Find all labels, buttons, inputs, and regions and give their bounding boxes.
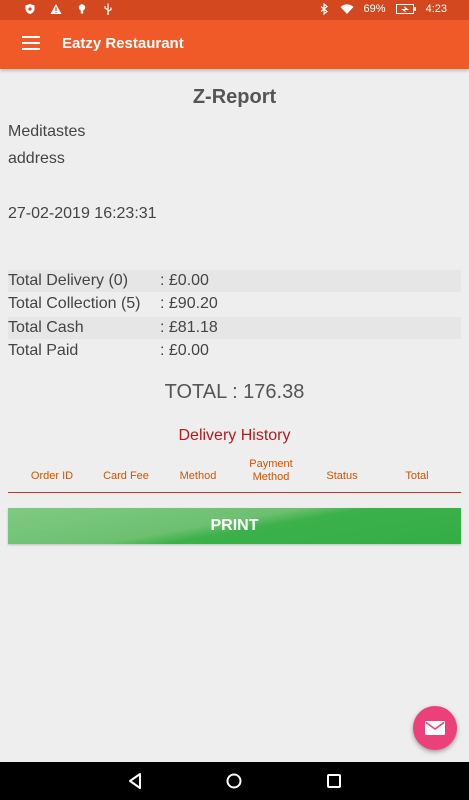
app-bar: Eatzy Restaurant [0, 20, 469, 69]
summary-value: : £0.00 [160, 272, 209, 289]
summary-label: Total Cash [8, 319, 84, 336]
column-payment-method: Payment Method [249, 458, 293, 483]
lightbulb-icon [78, 4, 86, 14]
print-button[interactable]: PRINT [8, 508, 461, 544]
page-title: Z-Report [192, 86, 277, 108]
column-total: Total [405, 470, 429, 482]
summary-row-collection: Total Collection (5) : £90.20 [8, 293, 461, 315]
summary-value: : £90.20 [160, 295, 218, 312]
home-icon[interactable] [223, 770, 245, 792]
summary-row-delivery: Total Delivery (0) : £0.00 [8, 270, 461, 292]
table-header: Order ID Card Fee Method Payment Method … [8, 456, 461, 493]
usb-icon [104, 3, 112, 15]
battery-percent: 69% [363, 3, 386, 15]
report-datetime: 27-02-2019 16:23:31 [8, 205, 157, 222]
restaurant-address: address [8, 150, 65, 167]
column-status: Status [326, 470, 358, 482]
grand-total: TOTAL : 176.38 [164, 381, 305, 403]
email-fab-button[interactable] [413, 706, 457, 750]
summary-row-cash: Total Cash : £81.18 [8, 317, 461, 339]
battery-icon [395, 4, 416, 14]
summary-value: : £0.00 [160, 342, 209, 359]
summary-label: Total Collection (5) [8, 295, 141, 312]
navigation-bar [0, 762, 469, 800]
summary-label: Total Paid [8, 342, 79, 359]
summary-label: Total Delivery (0) [8, 272, 129, 289]
app-title: Eatzy Restaurant [62, 35, 184, 52]
summary-value: : £81.18 [160, 319, 218, 336]
delivery-history-title: Delivery History [178, 427, 291, 444]
shield-icon [25, 4, 35, 14]
summary-row-paid: Total Paid : £0.00 [8, 340, 461, 362]
menu-icon[interactable] [22, 36, 40, 50]
warning-icon [50, 4, 62, 14]
column-method: Method [179, 470, 217, 482]
recents-icon[interactable] [323, 770, 345, 792]
column-card-fee: Card Fee [103, 470, 149, 482]
wifi-icon [340, 4, 354, 14]
restaurant-name: Meditastes [8, 123, 86, 140]
column-order-id: Order ID [30, 470, 74, 482]
back-icon[interactable] [124, 770, 146, 792]
clock: 4:23 [425, 3, 447, 15]
status-bar: 69% 4:23 [0, 0, 469, 20]
bluetooth-icon [320, 3, 328, 15]
email-icon [425, 721, 445, 735]
